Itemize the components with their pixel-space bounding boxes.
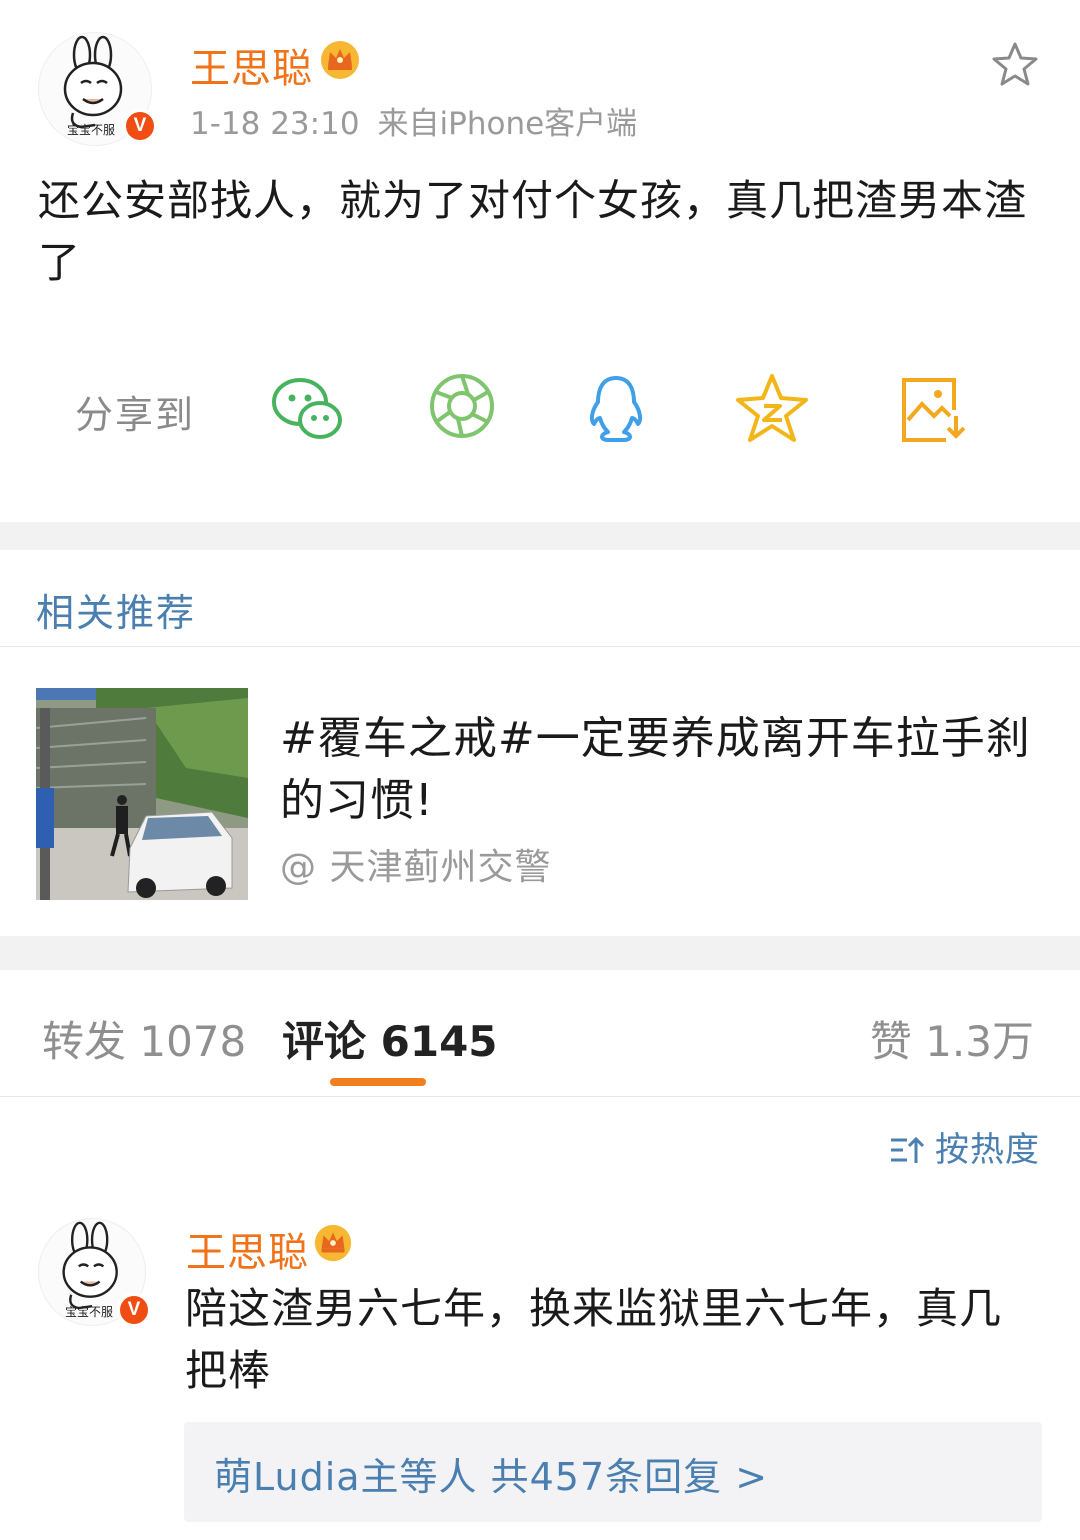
crown-vip-icon [321, 41, 359, 79]
author-name[interactable]: 王思聪 [190, 36, 313, 94]
divider [0, 646, 1080, 647]
avatar-caption: 宝宝不服 [65, 1305, 114, 1319]
verified-badge-icon: V [123, 109, 157, 143]
section-separator [0, 936, 1080, 970]
commenter-avatar[interactable]: 宝宝不服 V [38, 1218, 151, 1327]
active-tab-indicator [330, 1078, 426, 1086]
crown-vip-icon [314, 1224, 352, 1262]
save-image-icon[interactable] [894, 370, 974, 450]
sort-icon [891, 1136, 925, 1163]
tab-comment[interactable]: 评论 6145 [282, 1008, 498, 1069]
share-bar: 分享到 [0, 370, 1080, 450]
post-meta: 1-18 23:10 来自iPhone客户端 [190, 98, 637, 143]
recommend-title: 相关推荐 [36, 591, 197, 635]
qzone-icon[interactable] [734, 370, 814, 450]
verified-badge-icon: V [117, 1293, 151, 1327]
comment-replies-link[interactable]: 萌Ludia主等人 共457条回复 > [184, 1422, 1042, 1522]
recommend-item-source[interactable]: @ 天津蓟州交警 [280, 838, 551, 890]
section-separator [0, 522, 1080, 550]
post-time: 1-18 23:10 [190, 106, 360, 142]
avatar-caption: 宝宝不服 [67, 123, 116, 137]
divider [0, 1096, 1080, 1097]
commenter-name[interactable]: 王思聪 [186, 1220, 309, 1278]
qq-icon[interactable] [578, 370, 658, 450]
sort-by-hot-button[interactable]: 按热度 [889, 1122, 1040, 1171]
recommend-thumbnail[interactable] [36, 688, 248, 900]
post-source: 来自iPhone客户端 [377, 106, 638, 142]
comment-text: 陪这渣男六七年，换来监狱里六七年，真几把棒 [185, 1284, 1003, 1395]
recommend-item-text[interactable]: #覆车之戒#一定要养成离开车拉手刹的习惯! [280, 708, 1040, 832]
post-text: 还公安部找人，就为了对付个女孩，真几把渣男本渣了 [38, 176, 1028, 287]
weibo-post: 宝宝不服 V 王思聪 1-18 23:10 来自iPhone客户端 还公安部找人，… [0, 0, 1080, 522]
share-label: 分享到 [75, 393, 196, 437]
tab-like[interactable]: 赞 1.3万 [870, 1008, 1034, 1069]
sort-label: 按热度 [935, 1130, 1040, 1170]
wechat-icon[interactable] [268, 370, 348, 450]
interaction-tabs: 转发 1078 评论 6145 赞 1.3万 [0, 970, 1080, 1096]
replies-label: 萌Ludia主等人 共457条回复 > [214, 1455, 769, 1499]
favorite-star-icon[interactable] [990, 40, 1040, 90]
tab-repost[interactable]: 转发 1078 [42, 1008, 246, 1069]
author-avatar[interactable]: 宝宝不服 V [38, 32, 157, 146]
video-thumbnail-image [36, 688, 248, 900]
moments-icon[interactable] [428, 370, 508, 450]
